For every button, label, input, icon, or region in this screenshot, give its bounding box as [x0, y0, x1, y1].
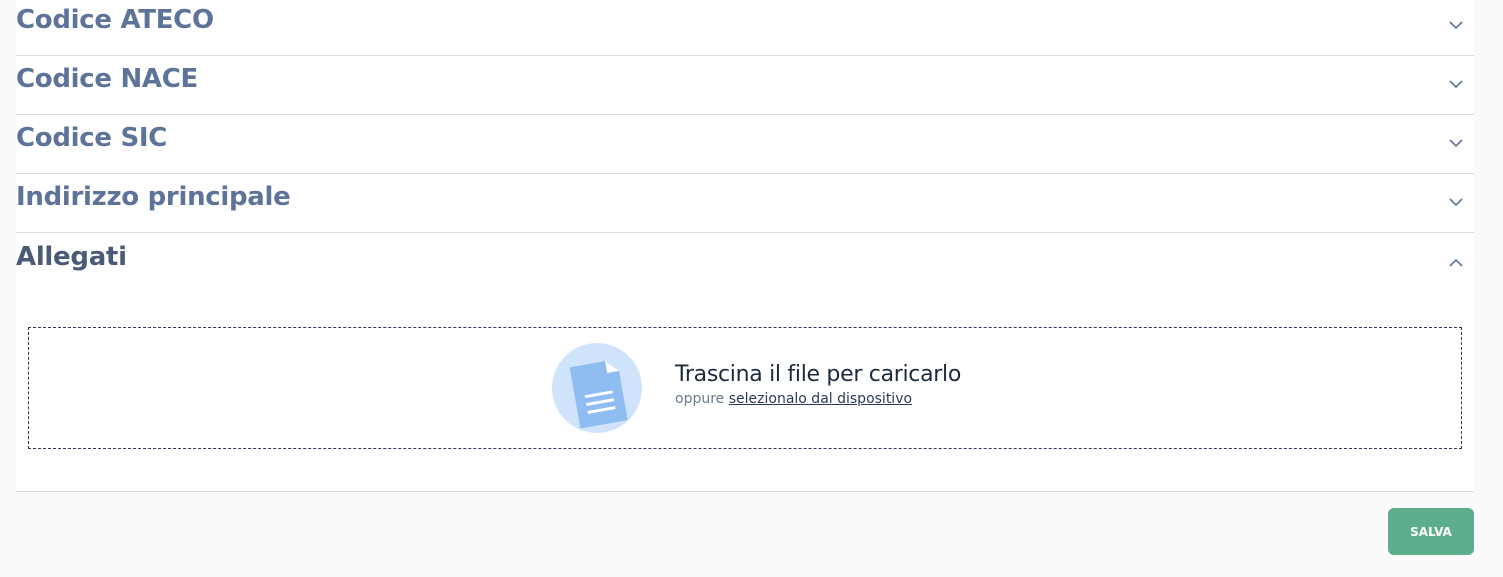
chevron-down-icon[interactable]	[1448, 135, 1464, 151]
accordion-title: Indirizzo principale	[16, 182, 291, 212]
file-dropzone[interactable]: Trascina il file per caricarlo oppure se…	[28, 327, 1462, 449]
save-button[interactable]: SALVA	[1388, 508, 1474, 555]
chevron-down-icon[interactable]	[1448, 17, 1464, 33]
select-from-device-link[interactable]: selezionalo dal dispositivo	[729, 391, 912, 407]
accordion-item-codice-ateco[interactable]: Codice ATECO	[16, 0, 1474, 56]
chevron-down-icon[interactable]	[1448, 194, 1464, 210]
accordion-item-indirizzo-principale[interactable]: Indirizzo principale	[16, 173, 1474, 233]
accordion-title: Allegati	[16, 242, 127, 272]
accordion-item-codice-nace[interactable]: Codice NACE	[16, 55, 1474, 115]
accordion-item-codice-sic[interactable]: Codice SIC	[16, 114, 1474, 174]
accordion-title: Codice ATECO	[16, 5, 214, 35]
chevron-down-icon[interactable]	[1448, 76, 1464, 92]
dropzone-or-text: oppure	[675, 391, 725, 407]
dropzone-text: Trascina il file per caricarlo oppure se…	[675, 362, 961, 407]
dropzone-sub-text: oppure selezionalo dal dispositivo	[675, 391, 961, 407]
dropzone-main-text: Trascina il file per caricarlo	[675, 362, 962, 387]
details-panel: Codice ATECO Codice NACE Codice SIC Indi…	[16, 0, 1474, 492]
accordion-title: Codice SIC	[16, 123, 168, 153]
chevron-up-icon[interactable]	[1448, 255, 1464, 271]
divider	[16, 491, 1474, 492]
accordion-title: Codice NACE	[16, 64, 198, 94]
accordion-item-allegati[interactable]: Allegati	[16, 233, 1474, 289]
document-file-icon	[552, 343, 642, 433]
